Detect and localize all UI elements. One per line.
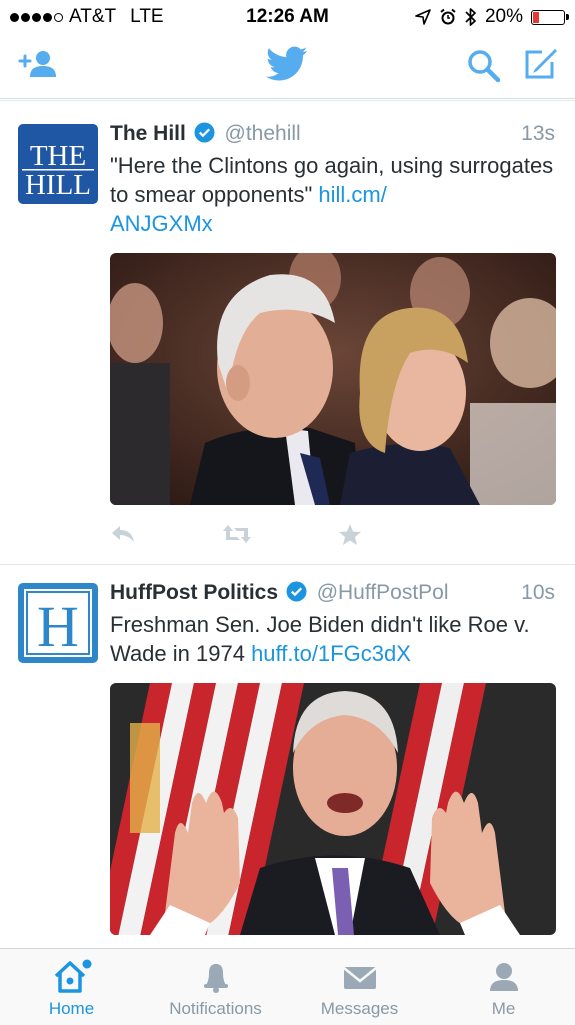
tab-label: Home	[48, 999, 95, 1018]
bluetooth-icon	[465, 8, 476, 26]
tweet[interactable]: H HuffPost Politics @HuffPostPol 10s Fre…	[0, 565, 575, 948]
location-arrow-icon	[415, 9, 431, 25]
tab-notifications[interactable]: Notifications	[144, 949, 287, 1025]
status-bar: AT&T LTE 12:26 AM 20%	[0, 0, 575, 34]
tab-label: Me	[491, 999, 516, 1018]
home-icon	[54, 959, 91, 993]
search-icon[interactable]	[466, 48, 502, 84]
tweet-photo[interactable]	[110, 253, 556, 505]
avatar-text-hill: HILL	[25, 169, 91, 201]
verified-badge-icon	[194, 122, 215, 143]
reply-icon[interactable]	[110, 523, 136, 545]
tweet-header: HuffPost Politics @HuffPostPol 10s	[110, 581, 555, 609]
tab-home[interactable]: Home	[0, 949, 143, 1025]
verified-badge-icon	[286, 581, 307, 602]
author-handle[interactable]: @thehill	[225, 122, 301, 145]
tweet-link-part2[interactable]: ANJGXMx	[110, 211, 213, 236]
tweet-timestamp: 13s	[521, 122, 555, 145]
tweet-link-part1[interactable]: hill.cm/	[318, 182, 386, 207]
author-handle[interactable]: @HuffPostPol	[317, 581, 449, 604]
tweet-text: Freshman Sen. Joe Biden didn't like Roe …	[110, 610, 557, 668]
person-icon	[489, 963, 518, 991]
favorite-star-icon[interactable]	[338, 523, 362, 546]
tweet-link[interactable]: huff.to/1FGc3dX	[251, 641, 411, 666]
bell-icon	[203, 964, 228, 993]
tab-label: Messages	[320, 999, 399, 1018]
alarm-clock-icon	[440, 8, 456, 25]
envelope-icon	[342, 967, 377, 989]
tab-me[interactable]: Me	[432, 949, 575, 1025]
tweet-actions	[110, 519, 362, 549]
battery-percent: 20%	[484, 6, 523, 27]
tab-label: Notifications	[169, 999, 262, 1018]
tweet-text: "Here the Clintons go again, using surro…	[110, 151, 557, 238]
top-nav-bar	[0, 34, 575, 99]
twitter-bird-icon[interactable]	[266, 46, 308, 82]
avatar-letter: H	[37, 594, 79, 659]
avatar-text-the: THE	[30, 140, 86, 172]
battery-icon	[531, 9, 569, 25]
avatar[interactable]: THE HILL	[18, 124, 98, 204]
tweet-photo[interactable]	[110, 683, 556, 935]
tweet-timestamp: 10s	[521, 581, 555, 604]
tweet[interactable]: THE HILL The Hill @thehill 13s "Here the…	[0, 100, 575, 564]
tab-messages[interactable]: Messages	[288, 949, 431, 1025]
retweet-icon[interactable]	[222, 523, 252, 545]
add-user-icon[interactable]	[18, 48, 58, 80]
author-name[interactable]: The Hill	[110, 122, 186, 145]
bottom-tab-bar: Home Notifications Messages Me	[0, 948, 575, 1025]
author-name[interactable]: HuffPost Politics	[110, 581, 278, 604]
avatar[interactable]: H	[18, 583, 98, 663]
compose-icon[interactable]	[522, 46, 558, 82]
tweet-header: The Hill @thehill 13s	[110, 122, 555, 150]
